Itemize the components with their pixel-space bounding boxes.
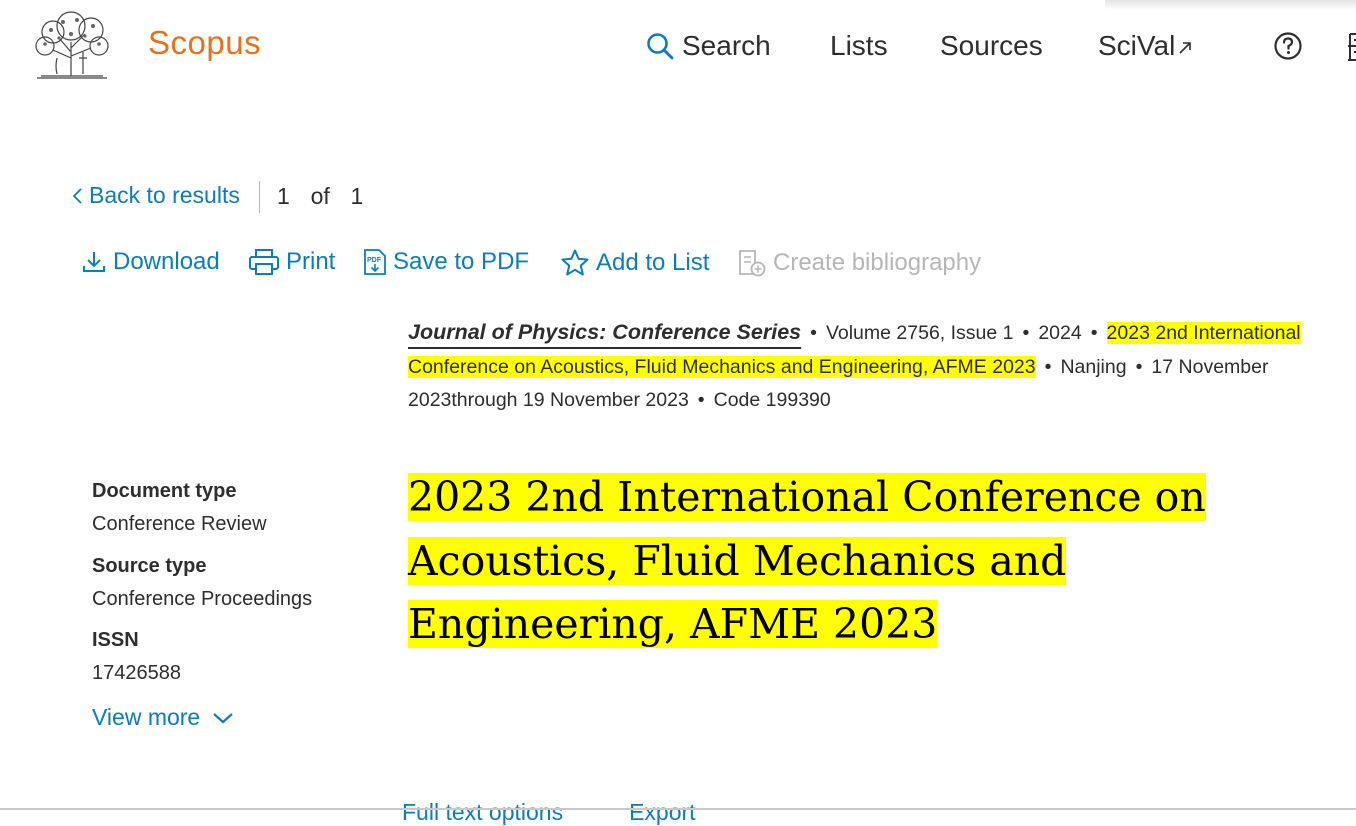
window-bottom-border [0,808,1356,810]
document-title-text: 2023 2nd International Conference on Aco… [408,473,1206,648]
view-more-label: View more [92,704,201,730]
source-info: Journal of Physics: Conference Series • Vo… [408,320,1301,411]
chevron-down-icon [213,712,233,723]
star-icon [561,249,589,276]
publication-year: 2024 [1038,322,1082,344]
conference-location: Nanjing [1060,355,1127,378]
nav-search[interactable]: Search [646,30,771,62]
back-to-results-label: Back to results [89,182,240,208]
create-bibliography-label: Create bibliography [773,249,982,276]
save-to-pdf-label: Save to PDF [393,248,530,275]
pdf-icon: PDF [364,249,386,275]
print-label: Print [286,248,336,275]
document-type-value: Conference Review [92,513,267,535]
document-title: 2023 2nd International Conference on Aco… [408,466,1288,657]
document-type-label: Document type [92,480,237,502]
elsevier-logo[interactable] [31,8,113,80]
volume-issue: Volume 2756, Issue 1 [825,322,1014,344]
help-icon[interactable] [1273,31,1303,61]
institution-icon[interactable] [1346,30,1356,64]
brand-name[interactable]: Scopus [148,24,261,62]
download-label: Download [113,248,220,275]
download-icon [83,252,105,272]
source-type-label: Source type [92,555,207,577]
chevron-left-icon [72,187,82,204]
nav-search-label: Search [682,30,771,61]
bottom-actions: Full text options Export [402,799,696,826]
nav-sources[interactable]: Sources [940,30,1043,62]
external-link-icon [1179,42,1192,54]
result-pager: 1 of 1 [277,183,364,209]
nav-lists[interactable]: Lists [830,30,888,62]
nav-scival[interactable]: SciVal [1098,30,1193,62]
back-to-results-link[interactable]: Back to results [71,182,240,209]
nav-scival-label: SciVal [1098,30,1176,61]
search-icon [647,33,674,60]
save-to-pdf-button[interactable]: PDF Save to PDF [363,248,529,276]
issn-label: ISSN [92,629,139,651]
svg-text:PDF: PDF [367,257,382,264]
add-to-list-button[interactable]: Add to List [560,248,709,278]
source-type-value: Conference Proceedings [92,588,313,610]
journal-link[interactable]: Journal of Physics: Conference Series [408,320,801,344]
divider [259,181,260,213]
add-to-list-label: Add to List [596,249,710,276]
conference-code: Code 199390 [713,389,831,411]
export-button[interactable]: Export [629,799,695,826]
download-button[interactable]: Download [81,248,220,276]
issn-value: 17426588 [92,662,181,684]
printer-icon [249,249,279,275]
print-button[interactable]: Print [248,248,335,276]
bibliography-icon [739,250,766,277]
view-more-button[interactable]: View more [92,704,234,731]
create-bibliography-button[interactable]: Create bibliography [737,248,981,278]
header-shadow [1105,0,1356,10]
full-text-options-button[interactable]: Full text options [402,799,563,826]
